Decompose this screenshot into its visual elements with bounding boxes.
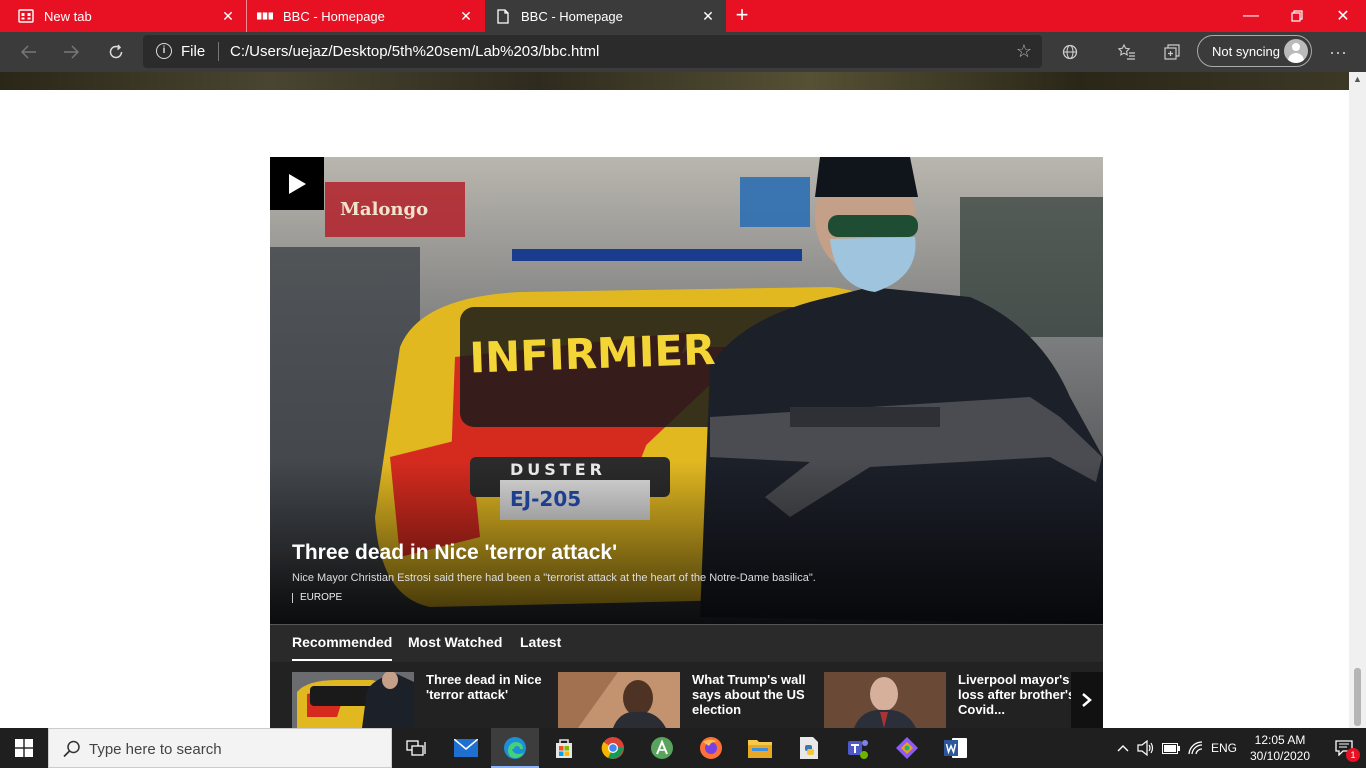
wifi-icon[interactable] xyxy=(1185,728,1207,768)
video-thumbnail[interactable] xyxy=(558,672,680,728)
close-tab-icon[interactable]: ✕ xyxy=(220,8,236,24)
scrollbar-thumb[interactable] xyxy=(1354,668,1361,726)
file-explorer-icon[interactable] xyxy=(736,728,784,768)
video-carousel: Three dead in Nice 'terror attack' What … xyxy=(270,662,1103,728)
scroll-up-icon[interactable]: ▲ xyxy=(1353,74,1362,84)
collections-icon[interactable] xyxy=(1157,38,1187,66)
volume-icon[interactable] xyxy=(1135,728,1157,768)
scheme-label: File xyxy=(181,43,206,60)
video-card-title[interactable]: Liverpool mayor's loss after brother's C… xyxy=(958,672,1082,717)
start-button[interactable] xyxy=(0,728,48,768)
browser-tabstrip: New tab ✕ BBC - Homepage ✕ BBC - Homepag… xyxy=(0,0,1366,32)
hero-video[interactable]: INFIRMIER DUSTER EJ-205 Malongo Three de… xyxy=(270,157,1103,624)
carousel-next-button[interactable] xyxy=(1071,672,1103,728)
bbc-icon xyxy=(257,8,273,24)
video-thumbnail[interactable] xyxy=(824,672,946,728)
page-scrollbar[interactable]: ▲ xyxy=(1349,72,1366,728)
favorites-icon[interactable] xyxy=(1112,38,1142,66)
tab-recommended[interactable]: Recommended xyxy=(292,634,393,661)
store-icon[interactable] xyxy=(540,728,588,768)
video-tabs: Recommended Most Watched Latest xyxy=(270,624,1103,662)
notification-badge: 1 xyxy=(1346,748,1360,762)
tab-bbc-homepage-active[interactable]: BBC - Homepage ✕ xyxy=(485,0,726,32)
tab-latest[interactable]: Latest xyxy=(520,634,561,650)
vehicle-text: INFIRMIER xyxy=(469,325,716,383)
python-file-icon[interactable] xyxy=(785,728,833,768)
video-card-title[interactable]: What Trump's wall says about the US elec… xyxy=(692,672,816,717)
search-icon xyxy=(63,740,80,758)
tab-new-tab[interactable]: New tab ✕ xyxy=(0,0,246,32)
more-options-icon[interactable]: ··· xyxy=(1323,38,1353,66)
page-viewport: INFIRMIER DUSTER EJ-205 Malongo Three de… xyxy=(0,72,1349,728)
avatar xyxy=(1284,39,1308,63)
hero-category[interactable]: EUROPE xyxy=(292,593,342,603)
close-window-icon[interactable]: ✕ xyxy=(1320,0,1366,32)
taskbar-search[interactable]: Type here to search xyxy=(48,728,392,768)
restore-icon[interactable] xyxy=(1274,0,1320,32)
mail-icon[interactable] xyxy=(442,728,490,768)
page-icon xyxy=(495,8,511,24)
video-thumbnail[interactable] xyxy=(292,672,414,728)
refresh-icon[interactable] xyxy=(101,38,131,66)
tab-bbc-homepage[interactable]: BBC - Homepage ✕ xyxy=(246,0,484,32)
clock-time: 12:05 AM xyxy=(1254,733,1306,747)
video-card-title[interactable]: Three dead in Nice 'terror attack' xyxy=(426,672,550,702)
browser-toolbar: i File C:/Users/uejaz/Desktop/5th%20sem/… xyxy=(0,32,1366,72)
firefox-icon[interactable] xyxy=(687,728,735,768)
play-icon xyxy=(289,173,306,194)
chrome-icon[interactable] xyxy=(589,728,637,768)
windows-taskbar: Type here to search ENG 12:05 AM 30/10/2… xyxy=(0,728,1366,768)
search-placeholder: Type here to search xyxy=(89,741,222,758)
url-text[interactable]: C:/Users/uejaz/Desktop/5th%20sem/Lab%203… xyxy=(230,43,599,60)
chevron-right-icon xyxy=(1082,693,1092,707)
address-separator xyxy=(218,42,219,61)
git-tool-icon[interactable] xyxy=(883,728,931,768)
sign-text: Malongo xyxy=(340,199,428,220)
plate-text: EJ-205 xyxy=(510,487,581,511)
hero-description: Nice Mayor Christian Estrosi said there … xyxy=(292,572,816,584)
play-button[interactable] xyxy=(270,157,324,210)
language-indicator[interactable]: ENG xyxy=(1208,728,1240,768)
forward-arrow-icon[interactable] xyxy=(56,38,86,66)
task-view-icon[interactable] xyxy=(392,728,440,768)
minimize-icon[interactable]: — xyxy=(1228,0,1274,32)
tab-most-watched[interactable]: Most Watched xyxy=(408,634,502,650)
header-image-strip xyxy=(0,72,1349,90)
tab-title: BBC - Homepage xyxy=(521,8,623,24)
windows-logo-icon xyxy=(15,739,33,757)
sync-label: Not syncing xyxy=(1212,43,1280,59)
battery-icon[interactable] xyxy=(1160,728,1182,768)
newtab-grid-icon xyxy=(18,8,34,24)
close-tab-icon[interactable]: ✕ xyxy=(700,8,716,24)
profile-sync-button[interactable]: Not syncing xyxy=(1197,35,1312,67)
tab-title: BBC - Homepage xyxy=(283,8,385,24)
hero-title[interactable]: Three dead in Nice 'terror attack' xyxy=(292,541,617,565)
address-bar[interactable]: i File C:/Users/uejaz/Desktop/5th%20sem/… xyxy=(143,35,1042,68)
clock[interactable]: 12:05 AM 30/10/2020 xyxy=(1240,732,1320,764)
action-center-icon[interactable]: 1 xyxy=(1322,728,1366,768)
new-tab-button[interactable]: + xyxy=(731,4,753,28)
globe-icon[interactable] xyxy=(1055,38,1085,66)
close-tab-icon[interactable]: ✕ xyxy=(458,8,474,24)
edge-browser-icon[interactable] xyxy=(491,728,539,768)
clock-date: 30/10/2020 xyxy=(1249,749,1311,763)
tab-title: New tab xyxy=(44,8,92,24)
back-arrow-icon[interactable] xyxy=(14,38,44,66)
model-text: DUSTER xyxy=(510,460,606,479)
teams-icon[interactable] xyxy=(834,728,882,768)
chevron-up-icon[interactable] xyxy=(1113,728,1133,768)
android-studio-icon[interactable] xyxy=(638,728,686,768)
favorite-star-icon[interactable]: ☆ xyxy=(1016,41,1032,62)
word-icon[interactable] xyxy=(932,728,980,768)
info-icon[interactable]: i xyxy=(156,43,172,59)
